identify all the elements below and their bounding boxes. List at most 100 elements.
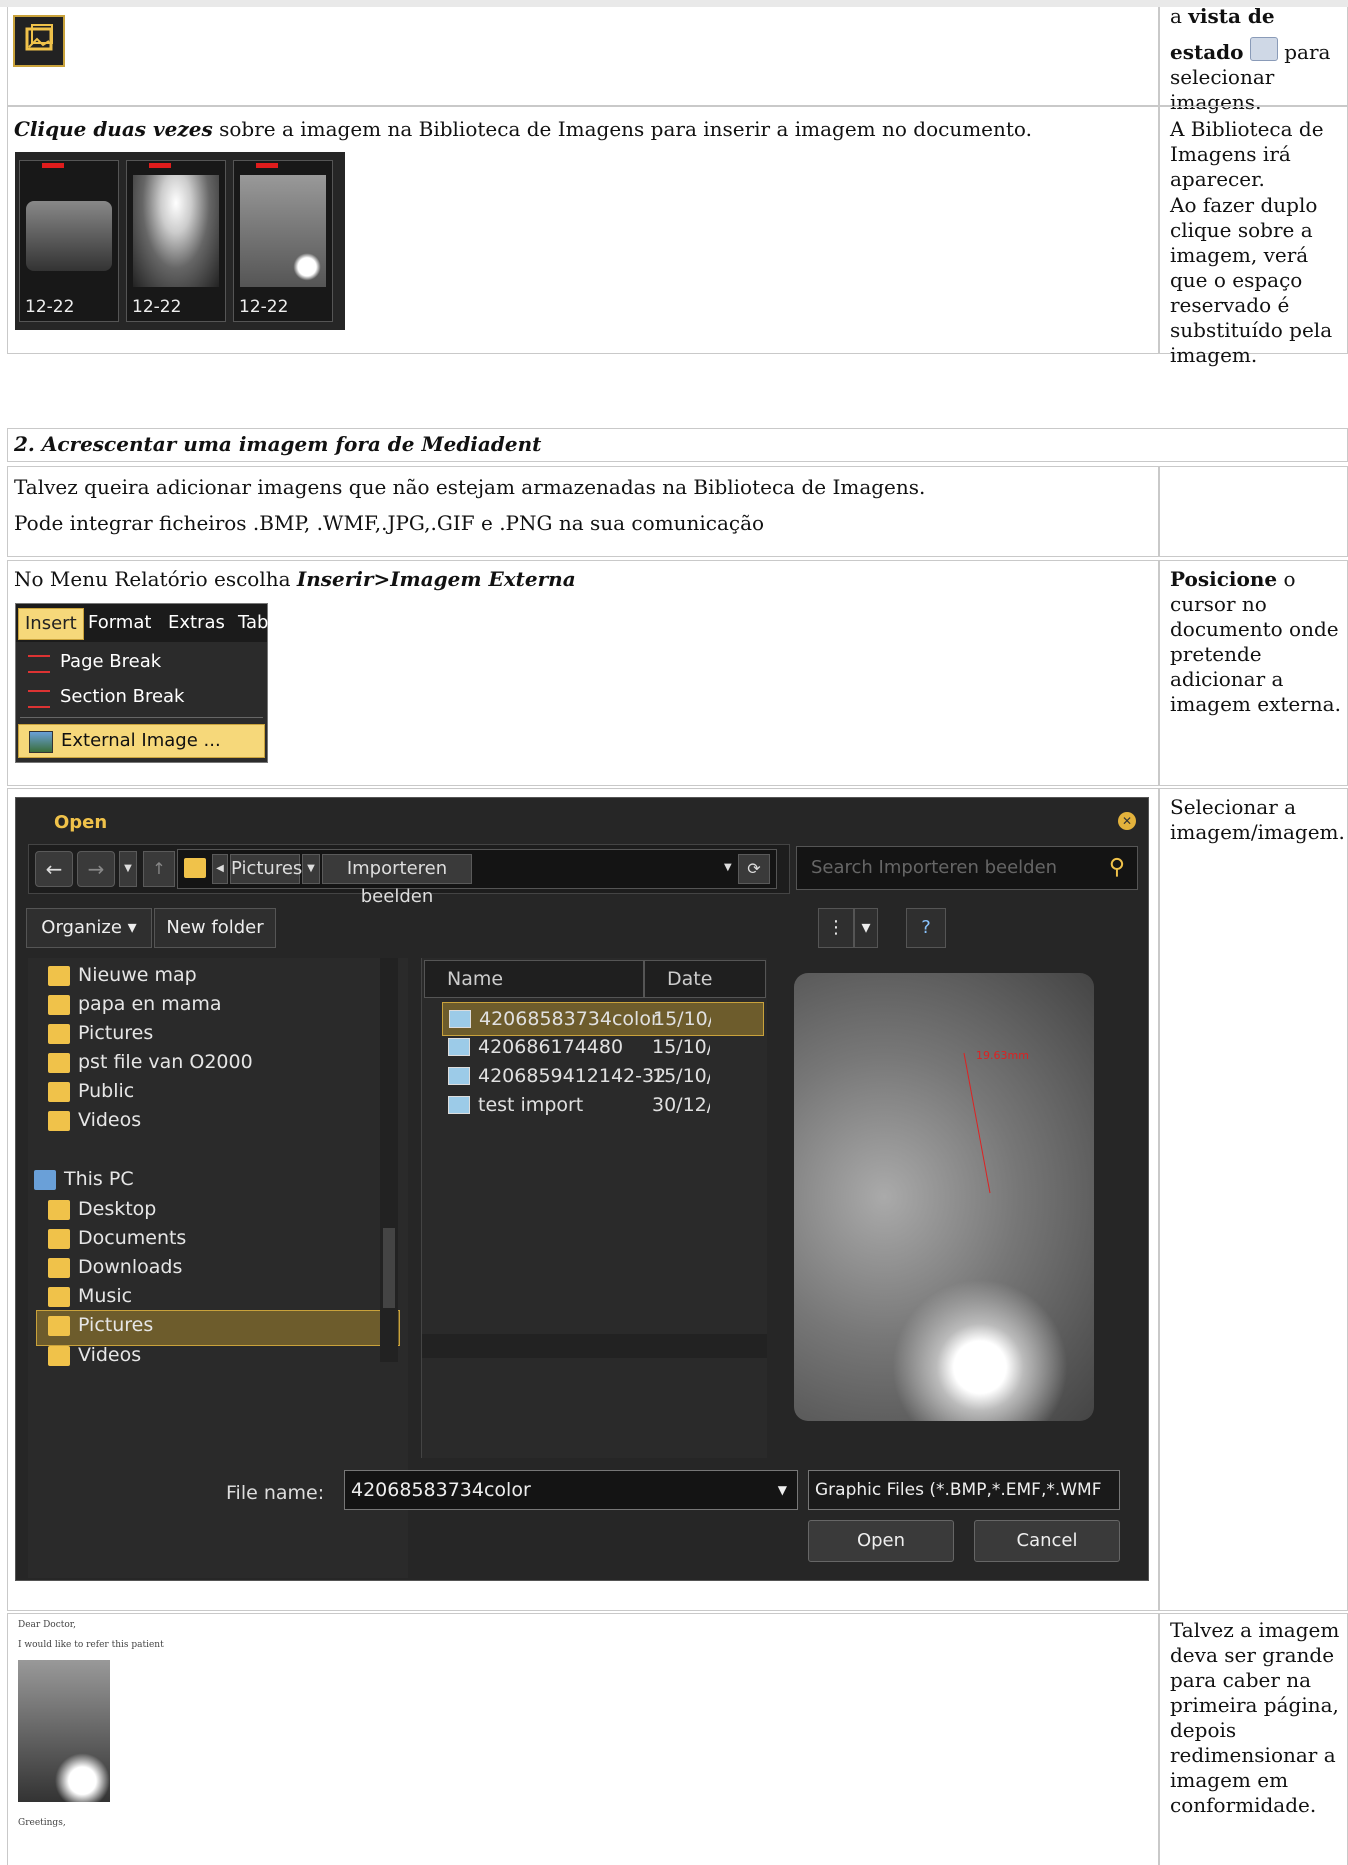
folder-icon — [48, 1024, 70, 1044]
breadcrumb-importeren[interactable]: Importeren beelden — [322, 854, 472, 907]
external-image-icon — [29, 731, 53, 753]
history-chevron-icon[interactable]: ▼ — [119, 851, 137, 887]
close-icon[interactable]: ✕ — [1118, 812, 1136, 830]
row1-main-cell — [7, 7, 1159, 106]
row-insert-menu: No Menu Relatório escolha Inserir>Imagem… — [7, 560, 1348, 786]
chevron-left-icon[interactable]: ◀ — [212, 854, 228, 884]
row4-side-text: Posicione o cursor no documento onde pre… — [1170, 567, 1342, 717]
menu-extras[interactable]: Extras — [168, 612, 225, 633]
thumbnail-date: 12-22 — [132, 297, 182, 317]
desktop-folder-icon — [48, 1200, 70, 1220]
tree-item[interactable]: Videos — [48, 1109, 141, 1131]
organize-button[interactable]: Organize ▾ — [26, 908, 152, 948]
menu-item-section-break[interactable]: Section Break — [18, 681, 263, 713]
filetype-select[interactable]: Graphic Files (*.BMP,*.EMF,*.WMF — [808, 1470, 1120, 1510]
row-status-view: a vista de estado para selecionar imagen… — [7, 4, 1348, 114]
row3-line1: Talvez queira adicionar imagens que não … — [14, 475, 926, 499]
status-view-icon — [1249, 37, 1278, 61]
text-clique-duas-vezes: Clique duas vezes — [14, 117, 213, 141]
new-folder-button[interactable]: New folder — [154, 908, 276, 948]
cancel-button[interactable]: Cancel — [974, 1520, 1120, 1562]
thumbnail-1[interactable]: 12-22 — [19, 160, 119, 322]
thumbnail-marker — [149, 163, 171, 168]
menu-tab[interactable]: Tab — [238, 612, 268, 633]
view-options-icon[interactable]: ⋮ — [818, 908, 854, 948]
refresh-icon[interactable]: ⟳ — [738, 854, 770, 884]
tree-item[interactable]: Videos — [48, 1344, 141, 1366]
tree-item[interactable]: Public — [48, 1080, 134, 1102]
column-header-date[interactable]: Date — [644, 960, 766, 998]
breadcrumb-pictures[interactable]: Pictures — [230, 854, 302, 884]
tree-item[interactable]: pst file van O2000 — [48, 1051, 253, 1073]
file-row[interactable]: 42068617448015/10/2 — [442, 1031, 762, 1063]
letter-preview: Dear Doctor, I would like to refer this … — [18, 1620, 164, 1828]
file-row[interactable]: 4206859412142-3215/10/2 — [442, 1060, 762, 1092]
text-vista-de: vista de — [1188, 4, 1275, 28]
folder-icon — [48, 1111, 70, 1131]
row4-side-cell: Posicione o cursor no documento onde pre… — [1159, 560, 1348, 786]
list-hscrollbar[interactable] — [422, 1334, 767, 1358]
back-arrow-icon[interactable]: ← — [35, 851, 73, 887]
xray-image — [26, 201, 112, 271]
search-placeholder: Search Importeren beelden — [811, 857, 1058, 878]
row6-side-cell: Talvez a imagem deva ser grande para cab… — [1159, 1613, 1348, 1865]
row3-line2: Pode integrar ficheiros .BMP, .WMF,.JPG,… — [14, 511, 765, 535]
music-folder-icon — [48, 1287, 70, 1307]
open-dialog: Open ✕ ← → ▼ ↑ ◀ Pictures ▼ Importeren b… — [15, 797, 1149, 1581]
chevron-down-icon[interactable]: ▼ — [302, 854, 320, 884]
thumbnail-2[interactable]: 12-22 — [126, 160, 226, 322]
row1-side-text: a vista de estado para selecionar imagen… — [1170, 4, 1342, 115]
tree-item-this-pc[interactable]: This PC — [34, 1168, 134, 1190]
address-bar[interactable]: ◀ Pictures ▼ Importeren beelden ▼ ⟳ — [177, 849, 777, 907]
section-2-cell: 2. Acrescentar uma imagem fora de Mediad… — [7, 428, 1348, 462]
thumbnail-3[interactable]: 12-22 — [233, 160, 333, 322]
menu-insert[interactable]: Insert — [18, 608, 84, 640]
filename-input[interactable]: 42068583734color ▼ — [344, 1470, 798, 1510]
folder-icon — [48, 1082, 70, 1102]
row2-side-p2: Ao fazer duplo clique sobre a imagem, ve… — [1170, 193, 1333, 367]
text-posicione: Posicione — [1170, 567, 1278, 591]
row-letter-preview: Dear Doctor, I would like to refer this … — [7, 1613, 1348, 1865]
file-row[interactable]: test import30/12/2 — [442, 1089, 762, 1121]
column-header-name[interactable]: Name — [424, 960, 644, 998]
row1-side-cell: a vista de estado para selecionar imagen… — [1159, 4, 1348, 114]
search-icon[interactable]: ⚲ — [1109, 847, 1125, 889]
search-input[interactable]: Search Importeren beelden ⚲ — [796, 846, 1138, 890]
open-button[interactable]: Open — [808, 1520, 954, 1562]
row-external-intro: Talvez queira adicionar imagens que não … — [7, 466, 1348, 557]
menu-item-label: Page Break — [60, 651, 162, 672]
menu-item-external-image[interactable]: External Image ... — [18, 724, 265, 758]
row-double-click: Clique duas vezes sobre a imagem na Bibl… — [7, 106, 1348, 367]
row2-instruction: Clique duas vezes sobre a imagem na Bibl… — [14, 117, 1032, 142]
view-chevron-icon[interactable]: ▾ — [854, 908, 878, 948]
tree-item[interactable]: Documents — [48, 1227, 186, 1249]
text-para: para — [1277, 40, 1331, 64]
thumbnail-date: 12-22 — [25, 297, 75, 317]
scrollbar-thumb[interactable] — [383, 1228, 395, 1308]
tree-item-selected[interactable]: Pictures — [48, 1314, 153, 1336]
menu-format[interactable]: Format — [88, 612, 151, 633]
tree-scrollbar[interactable] — [380, 958, 398, 1362]
insert-menu: Insert Format Extras Tab Page Break Sect… — [15, 603, 268, 763]
tree-item[interactable]: Desktop — [48, 1198, 156, 1220]
folder-icon — [48, 1053, 70, 1073]
tree-item[interactable]: Downloads — [48, 1256, 182, 1278]
row2-main-cell: Clique duas vezes sobre a imagem na Bibl… — [7, 106, 1159, 354]
documents-folder-icon — [48, 1229, 70, 1249]
forward-arrow-icon[interactable]: → — [77, 851, 115, 887]
image-file-icon — [449, 1010, 471, 1028]
text-a: a — [1170, 4, 1189, 28]
help-icon[interactable]: ? — [906, 908, 946, 948]
row2-side-cell: A Biblioteca de Imagens irá aparecer. Ao… — [1159, 106, 1348, 367]
dropdown-icon[interactable]: ▼ — [724, 862, 732, 873]
menu-item-label: External Image ... — [61, 730, 221, 751]
row6-main-cell: Dear Doctor, I would like to refer this … — [7, 1613, 1159, 1865]
tree-item[interactable]: papa en mama — [48, 993, 222, 1015]
chevron-down-icon[interactable]: ▼ — [778, 1471, 787, 1509]
tree-item[interactable]: Music — [48, 1285, 132, 1307]
section-break-icon — [28, 690, 50, 708]
up-arrow-icon[interactable]: ↑ — [143, 851, 175, 887]
tree-item[interactable]: Pictures — [48, 1022, 153, 1044]
tree-item[interactable]: Nieuwe map — [48, 964, 197, 986]
menu-item-page-break[interactable]: Page Break — [18, 646, 263, 678]
